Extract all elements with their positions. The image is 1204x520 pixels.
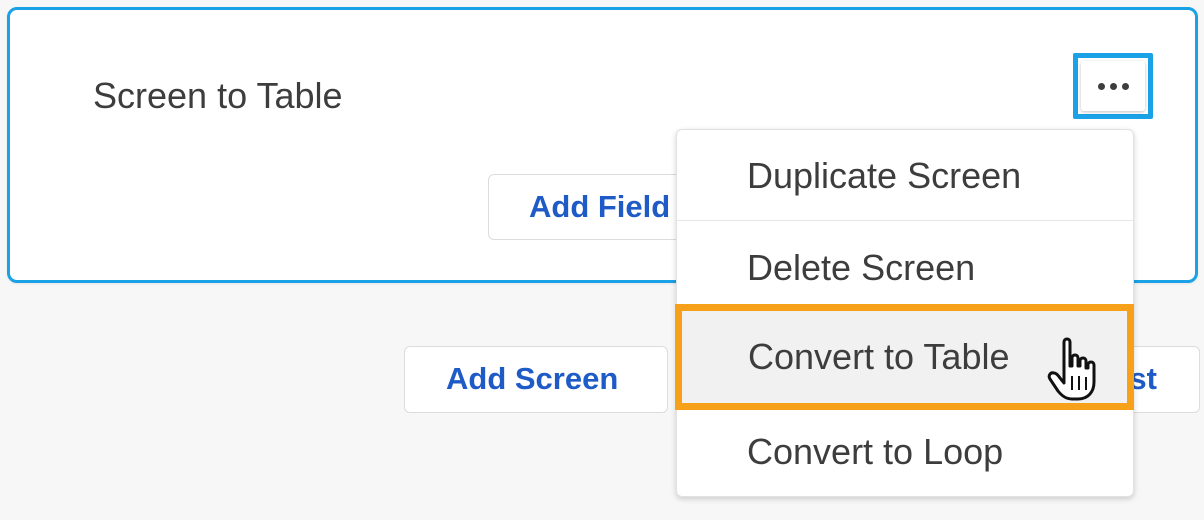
more-options-highlight: [1073, 53, 1153, 119]
menu-item-convert-to-table-label: Convert to Table: [748, 336, 1010, 377]
menu-item-delete-screen[interactable]: Delete Screen: [677, 222, 1133, 313]
more-horizontal-icon: [1097, 82, 1105, 90]
more-options-button[interactable]: [1081, 61, 1145, 111]
menu-item-convert-to-loop[interactable]: Convert to Loop: [677, 406, 1133, 497]
screen-title: Screen to Table: [93, 75, 343, 116]
menu-item-duplicate-screen[interactable]: Duplicate Screen: [677, 130, 1133, 221]
more-horizontal-icon: [1121, 82, 1129, 90]
hand-pointer-icon: [1047, 337, 1096, 401]
add-screen-button[interactable]: Add Screen: [404, 346, 668, 413]
more-horizontal-icon: [1109, 82, 1117, 90]
